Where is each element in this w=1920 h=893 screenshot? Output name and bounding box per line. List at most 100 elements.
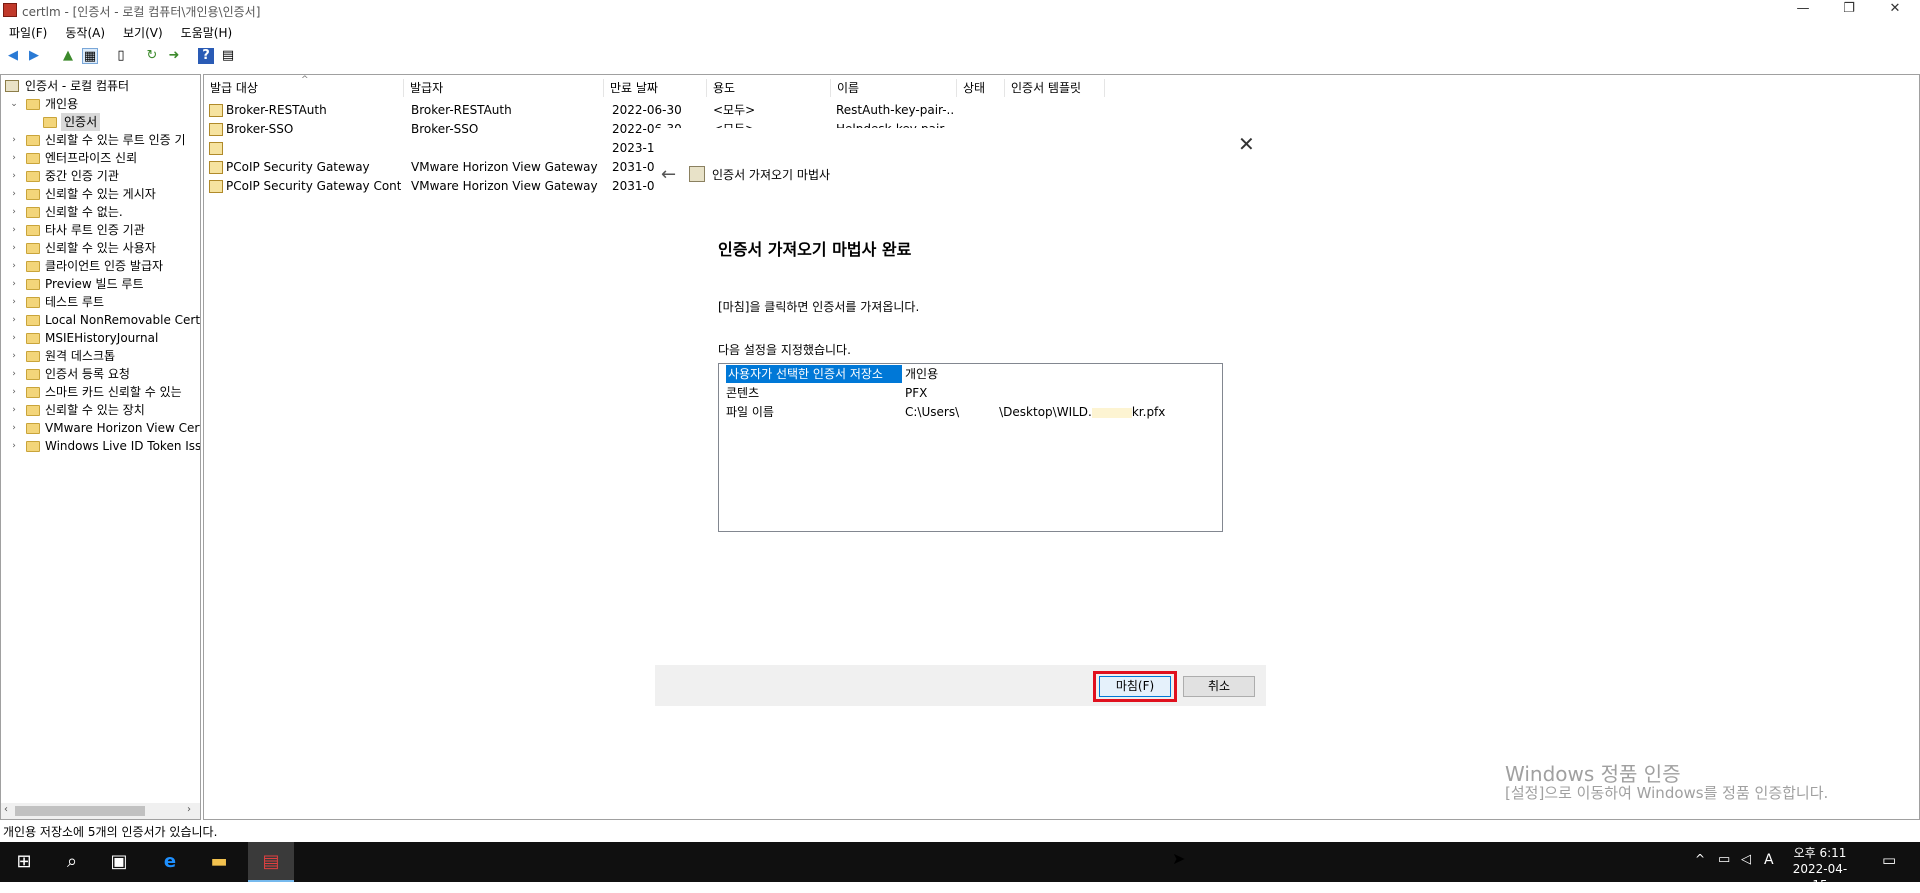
restore-button[interactable]: ❐	[1826, 0, 1872, 20]
properties-icon[interactable]: ▤	[220, 48, 236, 64]
column-header-expiration[interactable]: 만료 날짜	[604, 79, 707, 97]
scrollbar-thumb[interactable]	[15, 806, 145, 816]
folder-icon	[26, 261, 40, 272]
chevron-right-icon[interactable]: ›	[9, 293, 19, 311]
setting-value: 개인용	[905, 367, 939, 381]
certificate-icon	[209, 161, 223, 174]
chevron-right-icon[interactable]: ›	[9, 365, 19, 383]
scroll-left-icon[interactable]: ‹	[4, 804, 8, 815]
chevron-down-icon[interactable]: ⌄	[9, 95, 19, 113]
setting-key: 파일 이름	[726, 405, 774, 419]
show-tree-icon[interactable]: ▦	[82, 48, 98, 64]
menu-action[interactable]: 동작(A)	[56, 22, 114, 43]
wizard-close-icon[interactable]: ✕	[1238, 132, 1255, 156]
folder-icon	[26, 207, 40, 218]
certificate-import-wizard: ← 인증서 가져오기 마법사 ✕ 인증서 가져오기 마법사 완료 [마침]을 클…	[655, 128, 1266, 706]
window-title: certlm - [인증서 - 로컬 컴퓨터\개인용\인증서]	[22, 5, 261, 19]
chevron-right-icon[interactable]: ›	[9, 203, 19, 221]
setting-value: PFX	[905, 386, 928, 400]
windows-start-icon[interactable]: ⊞	[12, 850, 36, 874]
chevron-right-icon[interactable]: ›	[9, 347, 19, 365]
forward-arrow-icon[interactable]: ▶	[26, 48, 42, 64]
chevron-right-icon[interactable]: ›	[9, 149, 19, 167]
chevron-right-icon[interactable]: ›	[9, 419, 19, 437]
back-arrow-icon[interactable]: ←	[661, 164, 676, 185]
status-bar: 개인용 저장소에 5개의 인증서가 있습니다.	[0, 822, 1920, 842]
menu-help[interactable]: 도움말(H)	[172, 22, 242, 43]
file-path-prefix: C:\Users\	[905, 405, 960, 419]
folder-icon	[26, 279, 40, 290]
chevron-right-icon[interactable]: ›	[9, 131, 19, 149]
sort-asc-icon: ^	[301, 75, 309, 85]
redacted-username	[959, 408, 999, 418]
cancel-button[interactable]: 취소	[1183, 676, 1255, 697]
chevron-right-icon[interactable]: ›	[9, 221, 19, 239]
table-row[interactable]: Broker-RESTAuth Broker-RESTAuth 2022-06-30…	[204, 101, 1104, 119]
show-hidden-icons-icon[interactable]: ^	[1695, 852, 1705, 866]
minimize-button[interactable]: —	[1780, 0, 1826, 20]
folder-icon	[26, 369, 40, 380]
folder-icon	[26, 153, 40, 164]
ime-indicator[interactable]: A	[1764, 852, 1774, 868]
cell-subject: Broker-SSO	[226, 122, 294, 136]
chevron-right-icon[interactable]: ›	[9, 383, 19, 401]
certlm-taskbar-button[interactable]: ▤	[248, 842, 294, 882]
menu-file[interactable]: 파일(F)	[0, 22, 56, 43]
file-explorer-icon[interactable]: ▬	[207, 850, 231, 874]
notification-icon[interactable]: ▭	[1882, 851, 1896, 869]
chevron-right-icon[interactable]: ›	[9, 329, 19, 347]
chevron-right-icon[interactable]: ›	[9, 275, 19, 293]
copy-icon[interactable]: ▯	[113, 48, 129, 64]
settings-summary-list[interactable]: 사용자가 선택한 인증서 저장소 개인용 콘텐츠 PFX 파일 이름 C:\Us…	[718, 363, 1223, 532]
taskbar-clock[interactable]: 오후 6:11 2022-04-15	[1786, 845, 1854, 893]
folder-icon	[26, 243, 40, 254]
help-icon[interactable]: ?	[198, 48, 214, 64]
back-arrow-icon[interactable]: ◀	[5, 48, 21, 64]
folder-icon	[26, 441, 40, 452]
chevron-right-icon[interactable]: ›	[9, 401, 19, 419]
internet-explorer-icon[interactable]: e	[158, 850, 182, 874]
chevron-right-icon[interactable]: ›	[9, 311, 19, 329]
folder-icon	[26, 423, 40, 434]
close-button[interactable]: ✕	[1872, 0, 1918, 20]
file-path-mid: \Desktop\WILD.	[999, 405, 1092, 419]
column-header-purpose[interactable]: 용도	[707, 79, 831, 97]
toolbar: ◀ ▶ ▲ ▦ ▯ ↻ ➜ ? ▤	[0, 46, 1920, 68]
up-folder-icon[interactable]: ▲	[60, 48, 76, 64]
finish-button[interactable]: 마침(F)	[1099, 676, 1171, 697]
column-header-issuer[interactable]: 발급자	[404, 79, 604, 97]
folder-icon	[43, 117, 57, 128]
folder-icon	[26, 315, 40, 326]
column-header-status[interactable]: 상태	[957, 79, 1005, 97]
export-list-icon[interactable]: ➜	[166, 48, 182, 64]
setting-value: C:\Users\ \Desktop\WILD. kr.pfx	[905, 403, 1165, 421]
scroll-right-icon[interactable]: ›	[187, 804, 191, 815]
folder-icon	[26, 171, 40, 182]
mouse-cursor-icon: ➤	[1172, 849, 1186, 868]
chevron-right-icon[interactable]: ›	[9, 239, 19, 257]
menu-view[interactable]: 보기(V)	[114, 22, 172, 43]
wizard-footer: 마침(F) 취소	[655, 665, 1266, 706]
chevron-right-icon[interactable]: ›	[9, 167, 19, 185]
activation-watermark-text: [설정]으로 이동하여 Windows를 정품 인증합니다.	[1505, 784, 1829, 802]
certificate-store-icon	[5, 80, 19, 92]
tree-horizontal-scrollbar[interactable]: ‹ ›	[1, 803, 200, 819]
chevron-right-icon[interactable]: ›	[9, 437, 19, 455]
setting-key: 사용자가 선택한 인증서 저장소	[726, 365, 902, 383]
column-header-template[interactable]: 인증서 템플릿	[1005, 79, 1105, 97]
certlm-app-icon	[3, 3, 17, 17]
console-tree: 인증서 - 로컬 컴퓨터 ⌄ 개인용 인증서 › 신뢰할 수 있는 루트 인증 기…	[0, 74, 201, 820]
certificate-wizard-icon	[689, 166, 705, 182]
network-icon[interactable]: ▭	[1718, 852, 1730, 867]
search-icon[interactable]: ⌕	[60, 850, 84, 874]
volume-muted-icon[interactable]: ◁	[1741, 852, 1751, 867]
column-header-name[interactable]: 이름	[831, 79, 957, 97]
redacted-domain	[1091, 407, 1132, 418]
chevron-right-icon[interactable]: ›	[9, 257, 19, 275]
setting-key: 콘텐츠	[726, 386, 760, 400]
wizard-header-title: 인증서 가져오기 마법사	[712, 168, 831, 182]
refresh-icon[interactable]: ↻	[144, 48, 160, 64]
folder-icon	[26, 225, 40, 236]
task-view-icon[interactable]: ▣	[107, 850, 131, 874]
chevron-right-icon[interactable]: ›	[9, 185, 19, 203]
